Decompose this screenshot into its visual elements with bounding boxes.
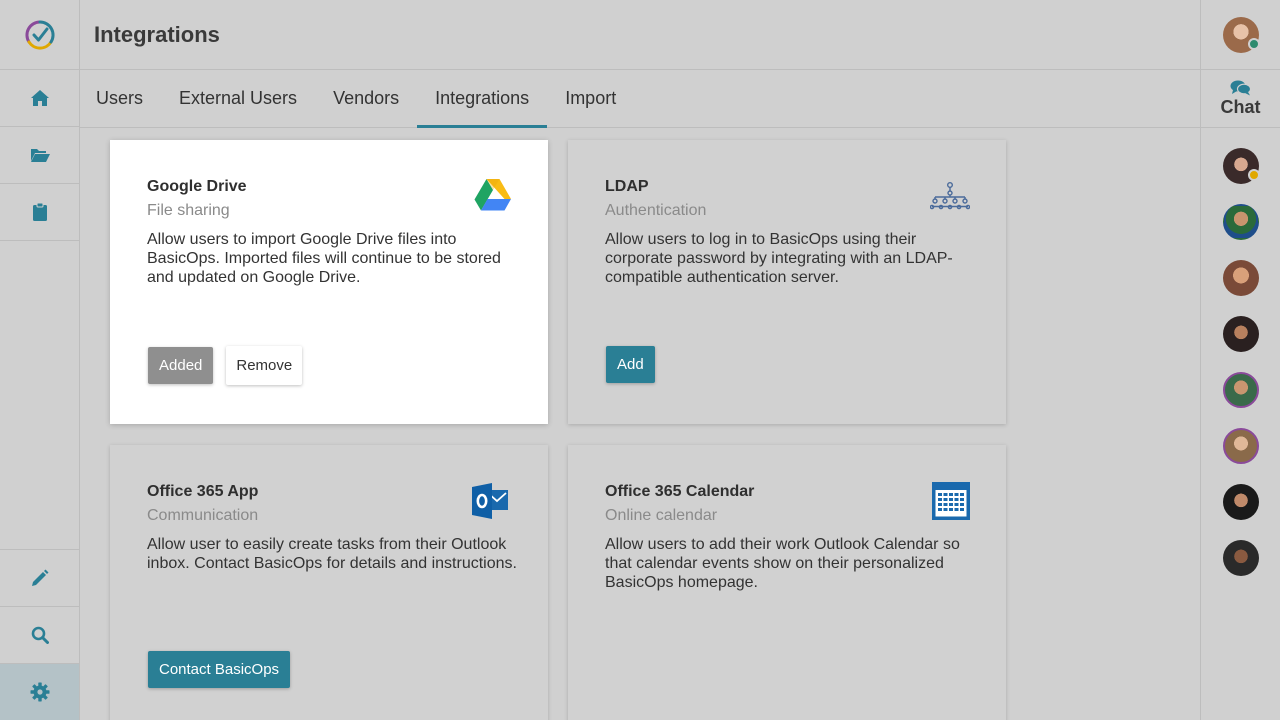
card-actions: Added Remove [148,346,303,385]
chat-contacts [1201,128,1280,576]
remove-button[interactable]: Remove [226,346,303,385]
integration-card-google-drive: Google Drive File sharing Allow users to… [110,140,548,424]
app-logo[interactable] [0,0,79,70]
card-subtitle: File sharing [147,202,230,219]
away-status-dot [1247,169,1260,181]
avatar[interactable] [1222,540,1259,576]
integration-card-office-365-calendar: Office 365 Calendar Online calendar Allo… [568,445,1006,720]
card-subtitle: Online calendar [605,507,718,524]
search-icon [31,626,49,644]
nav-home[interactable] [0,70,79,127]
tab-import[interactable]: Import [547,70,634,127]
gear-icon [30,682,49,702]
tab-users[interactable]: Users [96,70,161,127]
pencil-icon [31,569,48,586]
card-actions: Add [606,346,655,383]
nav-settings[interactable] [0,663,79,720]
nav-projects[interactable] [0,127,79,184]
chat-label: Chat [1220,96,1261,117]
card-description: Allow users to import Google Drive files… [147,231,501,286]
contact-basicops-button[interactable]: Contact BasicOps [148,651,291,688]
card-description: Allow user to easily create tasks from t… [147,536,517,572]
card-title: Office 365 Calendar [605,483,755,500]
folder-open-icon [30,149,50,162]
nav-edit[interactable] [0,549,79,606]
tab-external-users[interactable]: External Users [161,70,315,127]
avatar[interactable] [1222,148,1260,184]
avatar[interactable] [1222,372,1259,408]
google-drive-icon [474,178,512,216]
page-title: Integrations [94,21,220,47]
avatar[interactable] [1222,428,1259,464]
home-icon [30,90,49,106]
settings-tabs: Users External Users Vendors Integration… [80,70,1200,128]
outlook-icon [472,483,510,524]
clipboard-icon [32,202,47,221]
left-sidebar [0,0,80,720]
current-user[interactable] [1201,0,1280,70]
avatar [1222,16,1260,53]
avatar[interactable] [1222,484,1259,520]
hierarchy-icon [929,182,971,215]
integration-card-ldap: LDAP Authentication Allow users to log i… [568,140,1006,424]
basicops-logo-icon [24,19,55,49]
avatar[interactable] [1222,260,1259,296]
nav-tasks[interactable] [0,184,79,241]
tab-vendors[interactable]: Vendors [315,70,417,127]
avatar[interactable] [1222,204,1259,240]
card-title: LDAP [605,178,649,195]
card-subtitle: Authentication [605,202,707,219]
avatar[interactable] [1222,316,1259,352]
page-header: Integrations [80,0,1200,70]
right-sidebar: Chat [1200,0,1280,720]
card-description: Allow users to log in to BasicOps using … [605,231,953,286]
card-actions: Contact BasicOps [148,651,291,688]
add-button[interactable]: Add [606,346,655,383]
card-title: Google Drive [147,178,247,195]
card-subtitle: Communication [147,507,259,524]
chat-bubbles-icon [1230,80,1251,95]
nav-search[interactable] [0,606,79,663]
online-status-dot [1247,37,1260,50]
tab-integrations[interactable]: Integrations [417,70,548,128]
card-description: Allow users to add their work Outlook Ca… [605,536,960,591]
calendar-icon [932,482,970,525]
card-title: Office 365 App [147,483,259,500]
chat-button[interactable]: Chat [1201,70,1280,128]
integration-card-office-365-app: Office 365 App Communication Allow user … [110,445,548,720]
added-button[interactable]: Added [148,347,214,384]
